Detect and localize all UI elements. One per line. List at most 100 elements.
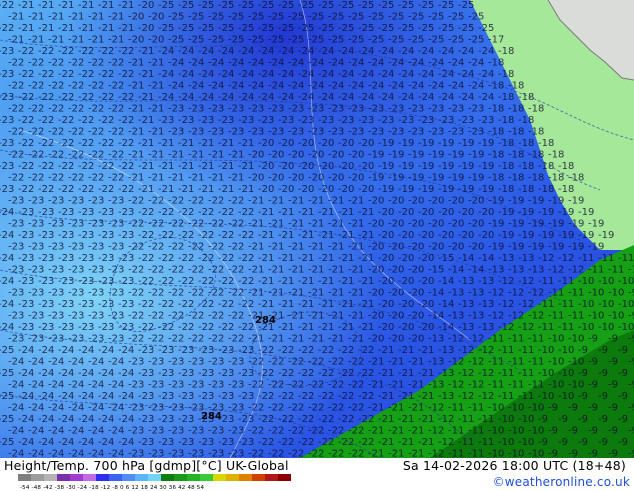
temperature-value: -23 (168, 127, 184, 138)
temperature-value: -23 (438, 115, 454, 126)
temperature-value: -24 (348, 58, 364, 69)
temperature-value: -23 (58, 276, 74, 287)
temperature-value: -22 (98, 46, 114, 57)
temperature-value: -21 (288, 196, 304, 207)
temperature-value: -14 (478, 253, 494, 264)
temperature-value: -24 (468, 58, 484, 69)
temperature-value: -23 (218, 368, 234, 379)
temperature-value: -21 (78, 0, 94, 11)
temperature-value: -20 (368, 265, 384, 276)
temperature-value: -22 (138, 253, 154, 264)
temperature-value: -21 (88, 35, 104, 46)
temperature-value: -21 (78, 23, 94, 34)
temperature-value: -9 (628, 334, 634, 345)
temperature-value: -21 (198, 161, 214, 172)
temperature-value: -23 (178, 391, 194, 402)
temperature-value: -9 (598, 345, 608, 356)
temperature-value: -20 (478, 230, 494, 241)
temperature-value: -18 (488, 81, 504, 92)
temperature-value: -22 (218, 299, 234, 310)
temperature-value: -12 (568, 265, 584, 276)
temperature-value: -21 (108, 35, 124, 46)
temperature-value: -23 (338, 115, 354, 126)
temperature-value: -9 (608, 357, 618, 368)
temperature-value: -23 (98, 276, 114, 287)
temperature-value: -23 (98, 230, 114, 241)
temperature-value: -20 (138, 0, 154, 11)
temperature-value: -11 (488, 334, 504, 345)
temperature-value: -11 (588, 265, 604, 276)
temperature-value: -24 (118, 345, 134, 356)
temperature-value: -22 (238, 230, 254, 241)
temperature-value: -21 (168, 150, 184, 161)
temperature-value: -21 (328, 242, 344, 253)
temperature-value: -20 (348, 173, 364, 184)
temperature-value: -11 (548, 311, 564, 322)
temperature-value: -20 (408, 242, 424, 253)
temperature-value: -23 (0, 161, 14, 172)
temperature-value: -21 (48, 35, 64, 46)
temperature-value: -21 (348, 311, 364, 322)
temperature-value: -21 (158, 161, 174, 172)
temperature-value: -22 (278, 437, 294, 448)
temperature-value: -22 (298, 414, 314, 425)
temperature-value: -21 (358, 322, 374, 333)
temperature-value: -25 (168, 12, 184, 23)
temperature-value: -25 (358, 23, 374, 34)
temperature-value: -25 (298, 23, 314, 34)
temperature-value: -23 (428, 104, 444, 115)
temperature-value: -23 (238, 414, 254, 425)
temperature-value: -21 (248, 196, 264, 207)
temperature-value: -15 (428, 265, 444, 276)
temperature-value: -20 (358, 184, 374, 195)
temperature-value: -19 (418, 161, 434, 172)
temperature-value: -25 (218, 0, 234, 11)
temperature-value: -23 (68, 219, 84, 230)
temperature-value: -19 (568, 219, 584, 230)
temperature-value: -19 (418, 138, 434, 149)
temperature-value: -23 (268, 127, 284, 138)
temperature-value: -21 (148, 104, 164, 115)
temperature-value: -20 (448, 219, 464, 230)
temperature-value: -9 (618, 391, 628, 402)
temperature-value: -24 (348, 81, 364, 92)
temperature-value: -21 (318, 253, 334, 264)
temperature-value: -23 (168, 426, 184, 437)
temperature-value: -24 (68, 403, 84, 414)
temperature-value: -23 (38, 322, 54, 333)
temperature-value: -24 (178, 69, 194, 80)
temperature-value: -22 (48, 58, 64, 69)
temperature-value: -12 (518, 322, 534, 333)
temperature-value: -22 (208, 265, 224, 276)
temperature-value: -23 (318, 115, 334, 126)
temperature-value: -22 (178, 276, 194, 287)
temperature-value: -21 (298, 299, 314, 310)
temperature-value: -11 (518, 345, 534, 356)
temperature-value: -10 (618, 299, 634, 310)
temperature-value: -23 (28, 242, 44, 253)
temperature-value: -23 (88, 196, 104, 207)
temperature-value: -20 (418, 322, 434, 333)
temperature-value: -22 (198, 207, 214, 218)
temperature-value: -18 (498, 184, 514, 195)
temperature-value: -23 (158, 391, 174, 402)
temperature-value: -21 (298, 207, 314, 218)
temperature-value: -23 (238, 345, 254, 356)
temperature-value: -21 (138, 115, 154, 126)
temperature-value: -18 (508, 104, 524, 115)
temperature-value: -21 (338, 276, 354, 287)
temperature-value: -19 (448, 173, 464, 184)
temperature-value: -23 (88, 334, 104, 345)
temperature-value: -24 (28, 357, 44, 368)
temperature-value: -25 (288, 12, 304, 23)
temperature-value: -9 (618, 345, 628, 356)
credit-link[interactable]: ©weatheronline.co.uk (493, 475, 630, 489)
temperature-value: -24 (188, 58, 204, 69)
temperature-value: -21 (308, 242, 324, 253)
temperature-value: -13 (428, 380, 444, 391)
temperature-value: -22 (158, 230, 174, 241)
temperature-value: -20 (438, 230, 454, 241)
temperature-value: -25 (198, 23, 214, 34)
temperature-value: -24 (108, 449, 124, 459)
temperature-value: -19 (468, 150, 484, 161)
